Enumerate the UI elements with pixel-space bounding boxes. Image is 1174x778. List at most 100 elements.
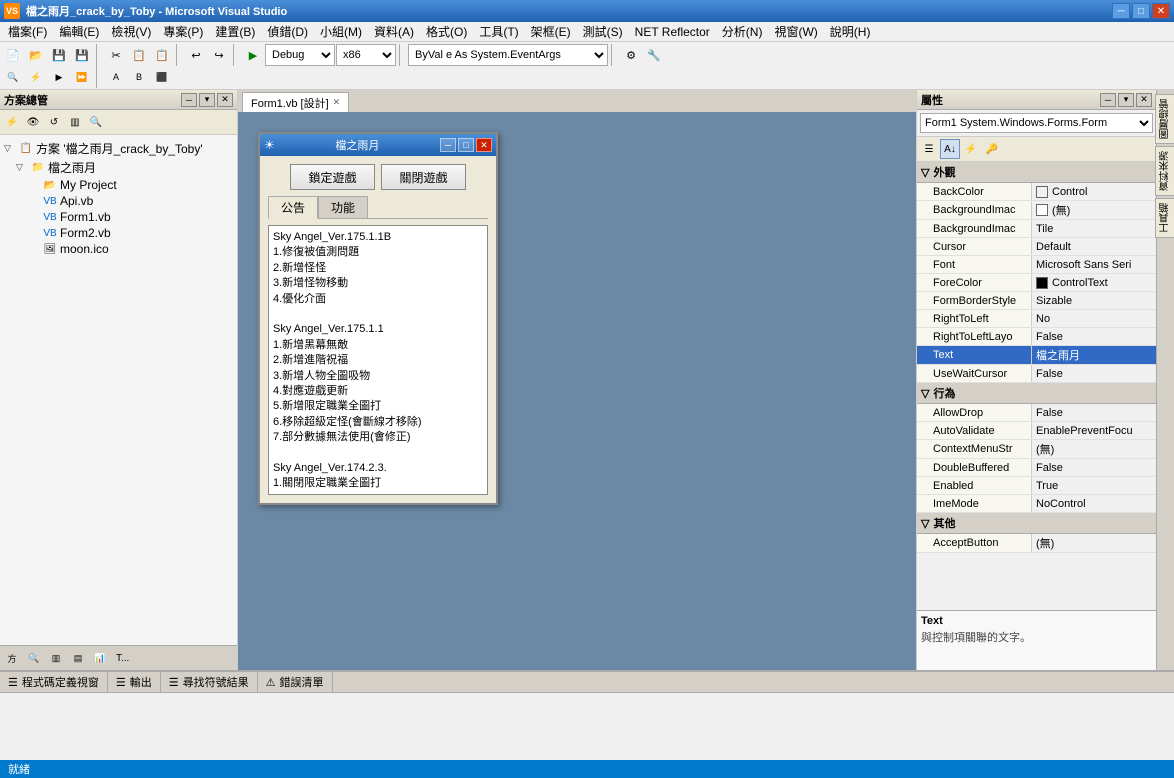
- maximize-button[interactable]: □: [1132, 3, 1150, 19]
- props-tb-alpha[interactable]: A↓: [940, 139, 960, 159]
- props-row-rtl[interactable]: RightToLeft No: [917, 310, 1156, 328]
- menu-help[interactable]: 說明(H): [824, 21, 877, 42]
- platform-dropdown[interactable]: x86: [336, 44, 396, 66]
- menu-test[interactable]: 測試(S): [577, 21, 629, 42]
- menu-view[interactable]: 檢視(V): [105, 21, 157, 42]
- tb-start[interactable]: ▶: [242, 44, 264, 66]
- tb-new[interactable]: 📄: [2, 44, 24, 66]
- tb-save[interactable]: 💾: [48, 44, 70, 66]
- debug-config-dropdown[interactable]: Debug: [265, 44, 335, 66]
- tree-project[interactable]: ▽ 📁 檔之雨月: [16, 158, 233, 177]
- tb2-3[interactable]: ▶: [48, 66, 70, 88]
- menu-build[interactable]: 建置(B): [209, 21, 261, 42]
- props-row-enabled[interactable]: Enabled True: [917, 477, 1156, 495]
- panel-pin-btn[interactable]: ─: [181, 93, 197, 107]
- props-row-backcolor[interactable]: BackColor Control: [917, 183, 1156, 201]
- form-titlebar[interactable]: ☀ 檔之雨月 ─ □ ✕: [260, 134, 496, 156]
- menu-data[interactable]: 資料(A): [368, 21, 420, 42]
- bottom-tab-output[interactable]: ☰ 輸出: [108, 672, 161, 692]
- tree-my-project[interactable]: 📂 My Project: [28, 177, 233, 193]
- props-float-btn[interactable]: ▾: [1118, 93, 1134, 107]
- panel-float-btn[interactable]: ▾: [199, 93, 215, 107]
- props-row-imemode[interactable]: ImeMode NoControl: [917, 495, 1156, 513]
- tab-function[interactable]: 功能: [318, 196, 368, 218]
- props-row-cursor[interactable]: Cursor Default: [917, 238, 1156, 256]
- sol-tb-properties[interactable]: ⚡: [2, 112, 22, 132]
- sol-tb-refresh[interactable]: ↺: [44, 112, 64, 132]
- sol-bottom-btn3[interactable]: ▥: [46, 648, 66, 668]
- props-row-acceptbutton[interactable]: AcceptButton (無): [917, 534, 1156, 553]
- sol-tb-filter[interactable]: 🔍: [86, 112, 106, 132]
- tb-cut[interactable]: ✂: [105, 44, 127, 66]
- tree-form2-vb[interactable]: VB Form2.vb: [28, 225, 233, 241]
- expression-dropdown[interactable]: ByVal e As System.EventArgs: [408, 44, 608, 66]
- designer-tab-close[interactable]: ✕: [333, 97, 341, 108]
- props-row-rtllayout[interactable]: RightToLeftLayo False: [917, 328, 1156, 346]
- menu-analyze[interactable]: 分析(N): [716, 21, 769, 42]
- sol-bottom-btn1[interactable]: 方: [2, 648, 22, 668]
- props-row-contextmenu[interactable]: ContextMenuStr (無): [917, 440, 1156, 459]
- menu-debug[interactable]: 偵錯(D): [261, 21, 314, 42]
- form-close-btn[interactable]: ✕: [476, 138, 492, 152]
- tb2-5[interactable]: A: [105, 66, 127, 88]
- bottom-tab-find-symbol[interactable]: ☰ 尋找符號結果: [161, 672, 258, 692]
- tb-open[interactable]: 📂: [25, 44, 47, 66]
- props-tb-events[interactable]: 🔑: [982, 139, 1002, 159]
- form-content-textbox[interactable]: Sky Angel_Ver.175.1.1B 1.修復被值測問題 2.新增怪怪 …: [268, 225, 488, 495]
- sol-tb-show-all[interactable]: 👁: [23, 112, 43, 132]
- sidebar-tab-layer[interactable]: 圖層總管: [1155, 94, 1174, 144]
- sol-bottom-btn2[interactable]: 🔍: [24, 648, 44, 668]
- tree-solution[interactable]: ▽ 📋 方案 '檔之雨月_crack_by_Toby': [4, 139, 233, 158]
- props-pin-btn[interactable]: ─: [1100, 93, 1116, 107]
- props-row-allowdrop[interactable]: AllowDrop False: [917, 404, 1156, 422]
- sidebar-tab-data[interactable]: 資料來源: [1155, 146, 1174, 196]
- form-minimize-btn[interactable]: ─: [440, 138, 456, 152]
- lock-game-button[interactable]: 鎖定遊戲: [290, 164, 375, 190]
- tb-paste[interactable]: 📋: [151, 44, 173, 66]
- props-row-autovalidate[interactable]: AutoValidate EnablePreventFocu: [917, 422, 1156, 440]
- sol-bottom-btn5[interactable]: 📊: [90, 648, 110, 668]
- menu-team[interactable]: 小組(M): [314, 21, 368, 42]
- form-maximize-btn[interactable]: □: [458, 138, 474, 152]
- bottom-tab-error-list[interactable]: ⚠ 錯誤清單: [258, 672, 333, 692]
- tb-more[interactable]: ⚙: [620, 44, 642, 66]
- close-game-button[interactable]: 關閉遊戲: [381, 164, 466, 190]
- menu-reflector[interactable]: NET Reflector: [629, 23, 716, 41]
- tb2-1[interactable]: 🔍: [2, 66, 24, 88]
- props-object-dropdown[interactable]: Form1 System.Windows.Forms.Form: [920, 113, 1153, 133]
- menu-tools[interactable]: 工具(T): [473, 21, 524, 42]
- tab-announcement[interactable]: 公告: [268, 196, 318, 219]
- menu-file[interactable]: 檔案(F): [2, 21, 53, 42]
- tb-copy[interactable]: 📋: [128, 44, 150, 66]
- tree-form1-vb[interactable]: VB Form1.vb: [28, 209, 233, 225]
- menu-project[interactable]: 專案(P): [157, 21, 209, 42]
- tb2-7[interactable]: ⬛: [151, 66, 173, 88]
- bottom-tab-code-def[interactable]: ☰ 程式碼定義視窗: [0, 672, 108, 692]
- props-row-bgimagelayout[interactable]: BackgroundImac Tile: [917, 220, 1156, 238]
- close-button[interactable]: ✕: [1152, 3, 1170, 19]
- tb-saveall[interactable]: 💾: [71, 44, 93, 66]
- tb-props[interactable]: 🔧: [643, 44, 665, 66]
- props-tb-properties[interactable]: ⚡: [961, 139, 981, 159]
- sol-tb-collapse[interactable]: ▥: [65, 112, 85, 132]
- props-row-font[interactable]: Font Microsoft Sans Seri: [917, 256, 1156, 274]
- tb2-6[interactable]: B: [128, 66, 150, 88]
- tree-moon-ico[interactable]: 🖼 moon.ico: [28, 241, 233, 257]
- props-row-forecolor[interactable]: ForeColor ControlText: [917, 274, 1156, 292]
- props-row-formborder[interactable]: FormBorderStyle Sizable: [917, 292, 1156, 310]
- sidebar-tab-toolbox[interactable]: 工具箱: [1155, 198, 1174, 238]
- designer-area[interactable]: ☀ 檔之雨月 ─ □ ✕ 鎖定遊戲 關閉遊戲 公告 功能: [238, 112, 916, 670]
- props-row-text[interactable]: Text 檔之雨月: [917, 346, 1156, 365]
- tb-undo[interactable]: ↩: [185, 44, 207, 66]
- tb2-4[interactable]: ⏩: [71, 66, 93, 88]
- props-row-usewaitcursor[interactable]: UseWaitCursor False: [917, 365, 1156, 383]
- menu-window[interactable]: 視窗(W): [768, 21, 823, 42]
- props-row-bgimage[interactable]: BackgroundImac (無): [917, 201, 1156, 220]
- tree-api-vb[interactable]: VB Api.vb: [28, 193, 233, 209]
- menu-arch[interactable]: 架框(E): [525, 21, 577, 42]
- menu-format[interactable]: 格式(O): [420, 21, 473, 42]
- tb2-2[interactable]: ⚡: [25, 66, 47, 88]
- sol-bottom-btn4[interactable]: ▤: [68, 648, 88, 668]
- props-close-btn[interactable]: ✕: [1136, 93, 1152, 107]
- menu-edit[interactable]: 編輯(E): [53, 21, 105, 42]
